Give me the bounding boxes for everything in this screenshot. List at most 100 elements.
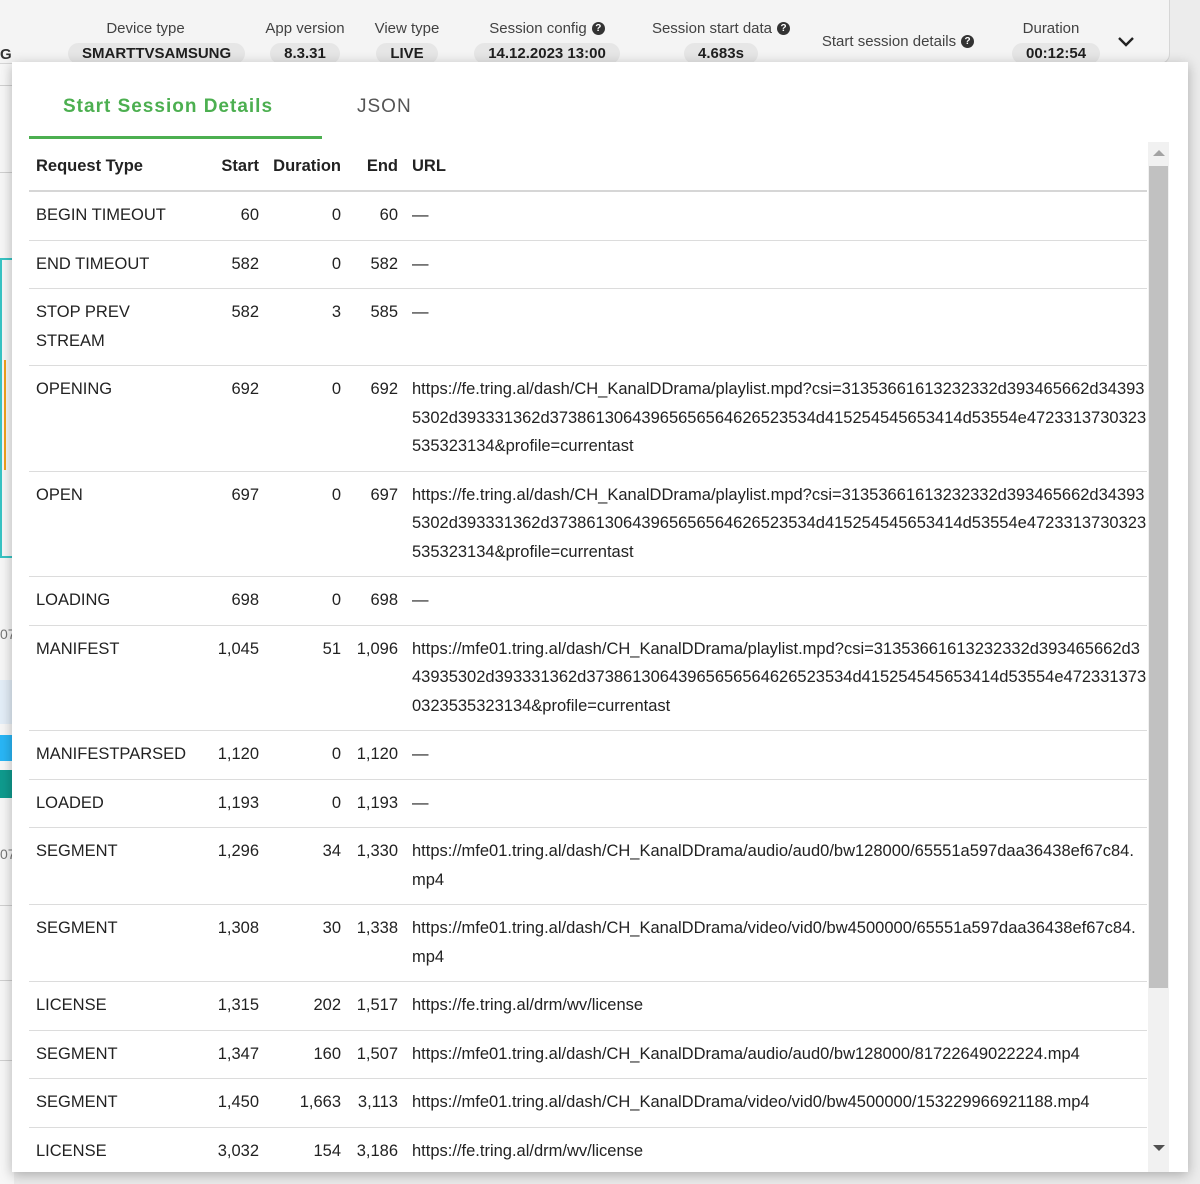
cell-end: 582 [348,240,405,289]
cell-request-type: END TIMEOUT [29,240,209,289]
cell-duration: 0 [266,576,348,626]
table-row: STOP PREV STREAM 582 3 585— [29,288,1147,366]
column-header-duration: Duration [266,142,348,192]
session-start-data-value: 4.683s [684,43,758,64]
cell-start: 697 [209,471,266,577]
background-chart-line [0,360,6,470]
cell-start: 698 [209,576,266,626]
cell-url: https://mfe01.tring.al/dash/CH_KanalDDra… [405,625,1147,731]
requests-table-container[interactable]: Request Type Start Duration End URL BEGI… [29,142,1147,1172]
cell-start: 1,296 [209,827,266,905]
cell-end: 60 [348,191,405,241]
cell-request-type: OPENING [29,365,209,472]
cell-start: 1,308 [209,904,266,982]
cell-duration: 51 [266,625,348,731]
cell-end: 3,113 [348,1078,405,1128]
device-type-label: Device type [106,20,185,37]
cell-end: 1,096 [348,625,405,731]
table-row: SEGMENT 1,450 1,663 3,113 https://mfe01.trin… [29,1078,1147,1128]
cell-start: 692 [209,365,266,472]
column-header-url: URL [405,142,1147,192]
table-row: LICENSE 3,032 154 3,186 https://fe.tring.al/… [29,1127,1147,1172]
cell-duration: 0 [266,191,348,241]
table-row: MANIFESTPARSED 1,120 0 1,120— [29,730,1147,780]
scroll-down-arrow-icon[interactable] [1153,1145,1165,1151]
cell-duration: 160 [266,1030,348,1079]
cell-end: 692 [348,365,405,472]
cell-end: 698 [348,576,405,626]
cell-request-type: SEGMENT [29,1078,209,1128]
cell-duration: 34 [266,827,348,905]
cell-end: 1,517 [348,981,405,1031]
cell-end: 1,120 [348,730,405,780]
cell-start: 3,032 [209,1127,266,1172]
cell-start: 1,193 [209,779,266,828]
table-row: OPENING 692 0 692 https://fe.tring.al/dash/C… [29,365,1147,472]
duration-label: Duration [1022,20,1080,37]
cell-request-type: LOADED [29,779,209,828]
table-row: BEGIN TIMEOUT 60 0 60— [29,191,1147,241]
modal-tabs: Start Session Details JSON [29,62,449,140]
cell-url: https://mfe01.tring.al/dash/CH_KanalDDra… [405,904,1147,982]
duration-column: Duration 00:12:54 [1012,20,1101,64]
cell-start: 1,315 [209,981,266,1031]
tab-start-session-details[interactable]: Start Session Details [63,96,273,118]
cell-request-type: OPEN [29,471,209,577]
table-row: LOADED 1,193 0 1,193— [29,779,1147,828]
cell-duration: 0 [266,471,348,577]
cell-url: https://mfe01.tring.al/dash/CH_KanalDDra… [405,827,1147,905]
column-header-start: Start [209,142,266,192]
cell-url: https://fe.tring.al/drm/wv/license [405,1127,1147,1172]
start-session-details-column: Start session details? [818,33,978,50]
cell-duration: 0 [266,730,348,780]
cell-start: 1,450 [209,1078,266,1128]
cell-start: 1,120 [209,730,266,780]
table-scrollbar[interactable] [1148,142,1169,1172]
tab-json[interactable]: JSON [357,96,412,118]
table-body: BEGIN TIMEOUT 60 0 60— END TIMEOUT 582 0 582— ST… [29,191,1147,1172]
scrollbar-thumb[interactable] [1149,166,1168,988]
view-type-value: LIVE [376,43,438,64]
table-row: MANIFEST 1,045 51 1,096 https://mfe01.tring.… [29,625,1147,731]
table-header-row: Request Type Start Duration End URL [29,142,1147,192]
table-row: SEGMENT 1,296 34 1,330 https://mfe01.tring.a… [29,827,1147,905]
app-version-label: App version [265,20,345,37]
help-icon[interactable]: ? [777,22,791,35]
background-bar [0,770,12,798]
help-icon[interactable]: ? [961,35,975,48]
chevron-down-icon[interactable] [1115,34,1137,50]
cell-request-type: MANIFESTPARSED [29,730,209,780]
cell-duration: 30 [266,904,348,982]
cell-request-type: BEGIN TIMEOUT [29,191,209,241]
session-config-column: Session config? 14.12.2023 13:00 [472,20,622,64]
table-row: SEGMENT 1,308 30 1,338 https://mfe01.tring.a… [29,904,1147,982]
help-icon[interactable]: ? [591,22,605,35]
scroll-up-arrow-icon[interactable] [1153,150,1165,156]
cell-duration: 202 [266,981,348,1031]
cell-end: 1,507 [348,1030,405,1079]
table-row: OPEN 697 0 697 https://fe.tring.al/dash/CH_K… [29,471,1147,577]
column-header-request-type: Request Type [29,142,209,192]
cell-end: 1,338 [348,904,405,982]
cell-start: 1,045 [209,625,266,731]
cell-url: https://fe.tring.al/dash/CH_KanalDDrama/… [405,365,1147,472]
cell-url: https://fe.tring.al/drm/wv/license [405,981,1147,1031]
background-bar [0,680,12,724]
session-start-data-column: Session start data? 4.683s [648,20,794,64]
session-start-data-label: Session start data [651,20,773,37]
cell-request-type: LICENSE [29,1127,209,1172]
cell-end: 1,330 [348,827,405,905]
view-type-label: View type [374,20,440,37]
view-type-column: View type LIVE [368,20,446,64]
cell-request-type: SEGMENT [29,904,209,982]
table-row: LICENSE 1,315 202 1,517 https://fe.tring.al/… [29,981,1147,1031]
cell-start: 582 [209,288,266,366]
start-session-details-label: Start session details [821,33,957,50]
app-version-column: App version 8.3.31 [258,20,352,64]
cell-start: 60 [209,191,266,241]
app-version-value: 8.3.31 [270,43,340,64]
header-edge-text: G [0,46,12,63]
cell-end: 585 [348,288,405,366]
active-tab-indicator [29,136,322,139]
duration-value: 00:12:54 [1012,43,1101,64]
